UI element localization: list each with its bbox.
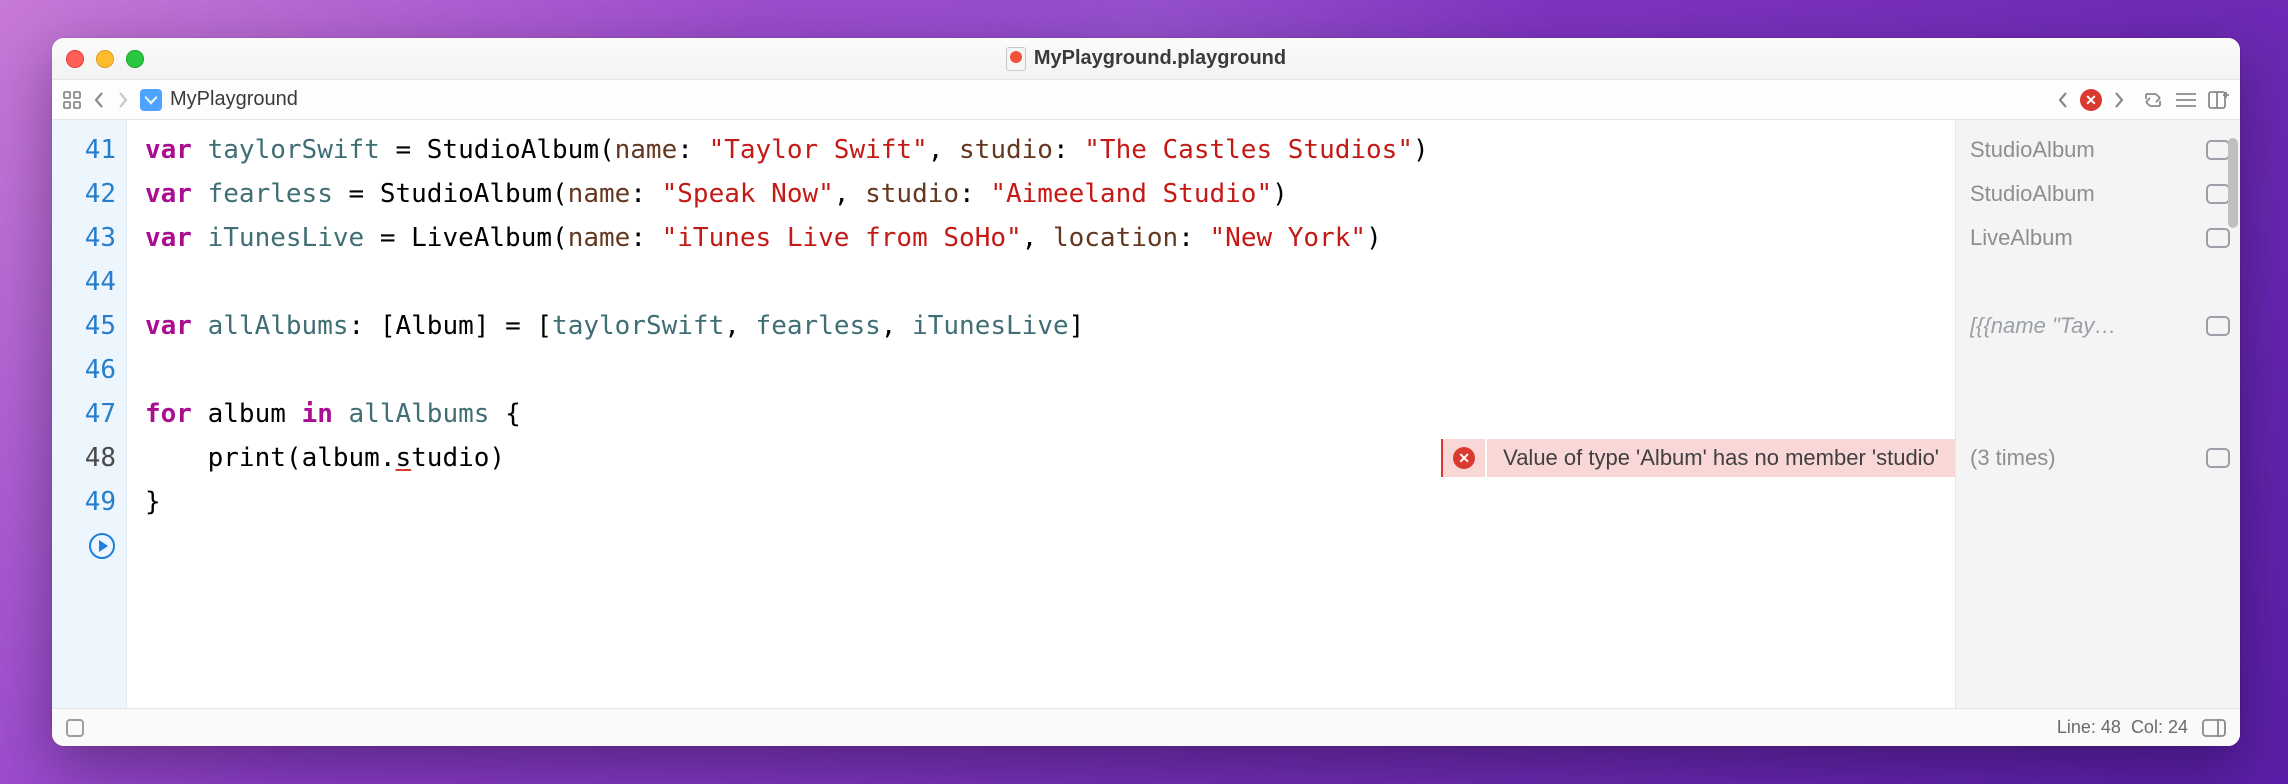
result-value: StudioAlbum	[1970, 181, 2198, 207]
related-items-icon[interactable]	[62, 90, 82, 110]
result-row: (3 times)	[1970, 436, 2230, 480]
line-number[interactable]: 49	[52, 480, 116, 524]
result-row: LiveAlbum	[1970, 216, 2230, 260]
swift-icon	[140, 89, 162, 111]
zoom-window-button[interactable]	[126, 50, 144, 68]
next-issue-icon[interactable]	[2112, 91, 2126, 109]
line-number-gutter[interactable]: 414243444546474849	[52, 120, 127, 708]
traffic-lights	[66, 50, 144, 68]
results-sidebar: StudioAlbum StudioAlbum LiveAlbum [{{name "…	[1955, 120, 2240, 708]
result-value: StudioAlbum	[1970, 137, 2198, 163]
result-value: LiveAlbum	[1970, 225, 2198, 251]
line-number[interactable]: 47	[52, 392, 116, 436]
quicklook-icon[interactable]	[2206, 140, 2230, 160]
code-line[interactable]: var fearless = StudioAlbum(name: "Speak …	[145, 172, 1955, 216]
line-number[interactable]: 45	[52, 304, 116, 348]
quicklook-icon[interactable]	[2206, 184, 2230, 204]
run-playground-button[interactable]	[52, 524, 116, 568]
code-line[interactable]	[145, 260, 1955, 304]
titlebar: MyPlayground.playground	[52, 38, 2240, 80]
back-icon[interactable]	[92, 91, 106, 109]
debug-area-toggle-icon[interactable]	[66, 719, 84, 737]
result-row	[1970, 260, 2230, 304]
result-row: StudioAlbum	[1970, 128, 2230, 172]
scrollbar-thumb[interactable]	[2228, 138, 2238, 228]
window-title: MyPlayground.playground	[1034, 47, 1286, 70]
source-editor[interactable]: 414243444546474849 var taylorSwift = Stu…	[52, 120, 1955, 708]
result-row: StudioAlbum	[1970, 172, 2230, 216]
code-text[interactable]: var taylorSwift = StudioAlbum(name: "Tay…	[127, 120, 1955, 708]
error-message: Value of type 'Album' has no member 'stu…	[1487, 439, 1955, 477]
status-bar: Line: 48 Col: 24	[52, 708, 2240, 746]
quicklook-icon[interactable]	[2206, 316, 2230, 336]
jump-bar: MyPlayground	[52, 80, 2240, 120]
result-row	[1970, 480, 2230, 524]
editor-split: 414243444546474849 var taylorSwift = Stu…	[52, 120, 2240, 708]
inspectors-toggle-icon[interactable]	[2202, 719, 2226, 737]
result-value: (3 times)	[1970, 445, 2198, 471]
result-row	[1970, 392, 2230, 436]
code-line[interactable]: var iTunesLive = LiveAlbum(name: "iTunes…	[145, 216, 1955, 260]
breadcrumb[interactable]: MyPlayground	[140, 88, 298, 111]
code-line[interactable]	[145, 348, 1955, 392]
playground-icon	[1006, 47, 1026, 71]
line-number[interactable]: 46	[52, 348, 116, 392]
line-number[interactable]: 42	[52, 172, 116, 216]
line-number[interactable]: 41	[52, 128, 116, 172]
error-indicator-icon[interactable]	[2080, 89, 2102, 111]
inline-error-banner[interactable]: Value of type 'Album' has no member 'stu…	[1441, 439, 1955, 477]
code-line[interactable]: var allAlbums: [Album] = [taylorSwift, f…	[145, 304, 1955, 348]
result-row	[1970, 348, 2230, 392]
error-icon	[1453, 447, 1475, 469]
quicklook-icon[interactable]	[2206, 448, 2230, 468]
line-number[interactable]: 43	[52, 216, 116, 260]
result-value: [{{name "Tay…	[1970, 313, 2198, 339]
quicklook-icon[interactable]	[2206, 228, 2230, 248]
code-line[interactable]: for album in allAlbums {	[145, 392, 1955, 436]
minimize-window-button[interactable]	[96, 50, 114, 68]
close-window-button[interactable]	[66, 50, 84, 68]
xcode-playground-window: MyPlayground.playground MyPlayground	[52, 38, 2240, 746]
adjust-editor-icon[interactable]	[2174, 91, 2198, 109]
cursor-position: Line: 48 Col: 24	[2057, 717, 2188, 738]
line-number[interactable]: 48	[52, 436, 116, 480]
code-line[interactable]: var taylorSwift = StudioAlbum(name: "Tay…	[145, 128, 1955, 172]
forward-icon[interactable]	[116, 91, 130, 109]
add-editor-icon[interactable]	[2208, 91, 2230, 109]
prev-issue-icon[interactable]	[2056, 91, 2070, 109]
line-number[interactable]: 44	[52, 260, 116, 304]
counterparts-icon[interactable]	[2142, 90, 2164, 110]
code-line[interactable]: print(album.studio)Value of type 'Album'…	[145, 436, 1955, 480]
result-row: [{{name "Tay…	[1970, 304, 2230, 348]
code-line[interactable]: }	[145, 480, 1955, 524]
breadcrumb-label: MyPlayground	[170, 88, 298, 111]
